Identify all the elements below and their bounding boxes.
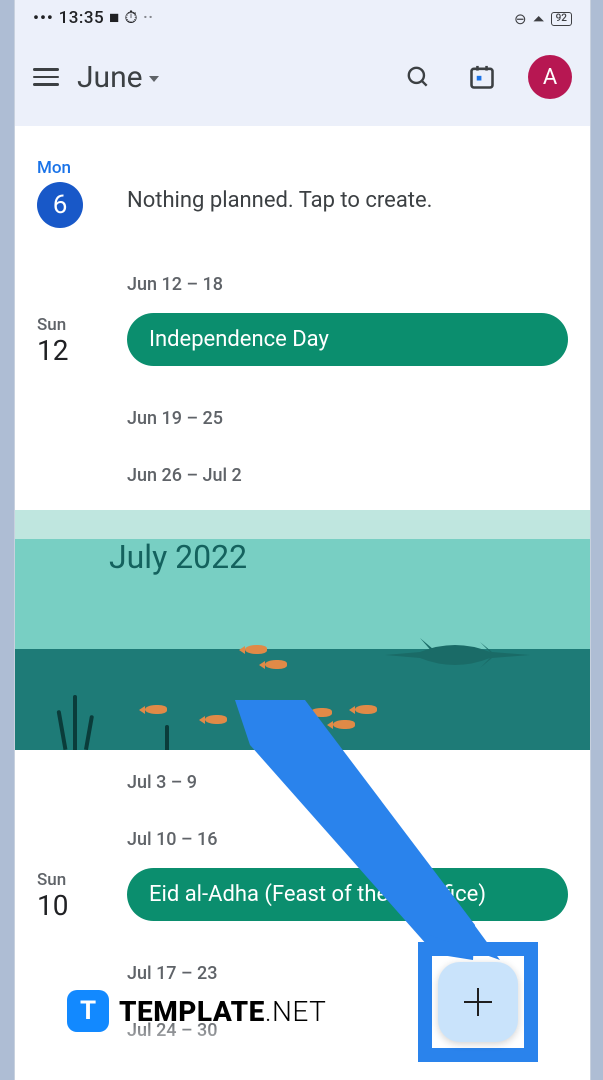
fab-highlight-box: [418, 942, 538, 1062]
event-row[interactable]: Sun 10 Eid al-Adha (Feast of the Sacrifi…: [15, 868, 590, 921]
watermark: T TEMPLATE.NET: [67, 990, 326, 1032]
event-date: Sun 10: [15, 870, 127, 920]
account-avatar[interactable]: A: [528, 55, 572, 99]
event-pill[interactable]: Independence Day: [127, 313, 568, 366]
today-row[interactable]: Mon 6 Nothing planned. Tap to create.: [15, 158, 590, 228]
swordfish-icon: [380, 630, 530, 680]
event-row[interactable]: Sun 12 Independence Day: [15, 313, 590, 366]
month-hero: July 2022: [15, 510, 590, 750]
month-picker[interactable]: June: [77, 60, 159, 95]
watermark-badge: T: [67, 990, 109, 1032]
month-label: June: [77, 60, 143, 95]
calendar-today-icon: [468, 63, 496, 91]
watermark-text: TEMPLATE.NET: [119, 995, 326, 1028]
empty-state-text[interactable]: Nothing planned. Tap to create.: [127, 158, 568, 213]
range-label: Jun 26 – Jul 2: [127, 447, 568, 504]
app-header: June A: [15, 28, 590, 126]
status-bar: ••• 13:35 ■ ⏱ ·· ⊖ ⏶ 92: [15, 0, 590, 28]
schedule-list[interactable]: Mon 6 Nothing planned. Tap to create. Ju…: [15, 158, 590, 1059]
week-range: Jul 10 – 16: [15, 811, 590, 868]
week-range: Jun 12 – 18: [15, 256, 590, 313]
range-label: Jul 3 – 9: [127, 754, 568, 811]
range-label: Jul 10 – 16: [127, 811, 568, 868]
signal-icon: ⏶: [533, 10, 545, 28]
battery-icon: 92: [551, 12, 572, 26]
range-label: Jun 12 – 18: [127, 256, 568, 313]
search-button[interactable]: [400, 59, 436, 95]
event-date: Sun 12: [15, 315, 127, 365]
create-event-fab[interactable]: [438, 962, 518, 1042]
week-range: Jun 19 – 25: [15, 390, 590, 447]
today-button[interactable]: [464, 59, 500, 95]
today-date: Mon 6: [15, 158, 127, 228]
chevron-down-icon: [149, 76, 159, 82]
phone-frame: ••• 13:35 ■ ⏱ ·· ⊖ ⏶ 92 June: [14, 0, 591, 1080]
week-range: Jul 3 – 9: [15, 754, 590, 811]
status-time: ••• 13:35 ■ ⏱ ··: [33, 8, 154, 28]
week-range: Jun 26 – Jul 2: [15, 447, 590, 504]
status-icons: ⊖ ⏶ 92: [514, 10, 572, 28]
event-pill[interactable]: Eid al-Adha (Feast of the Sacrifice): [127, 868, 568, 921]
today-date-circle: 6: [37, 182, 83, 228]
range-label: Jun 19 – 25: [127, 390, 568, 447]
today-dow: Mon: [37, 158, 127, 178]
menu-icon[interactable]: [33, 64, 59, 90]
search-icon: [405, 64, 431, 90]
month-hero-title: July 2022: [109, 538, 247, 576]
dnd-icon: ⊖: [514, 10, 527, 28]
avatar-initial: A: [543, 65, 557, 90]
